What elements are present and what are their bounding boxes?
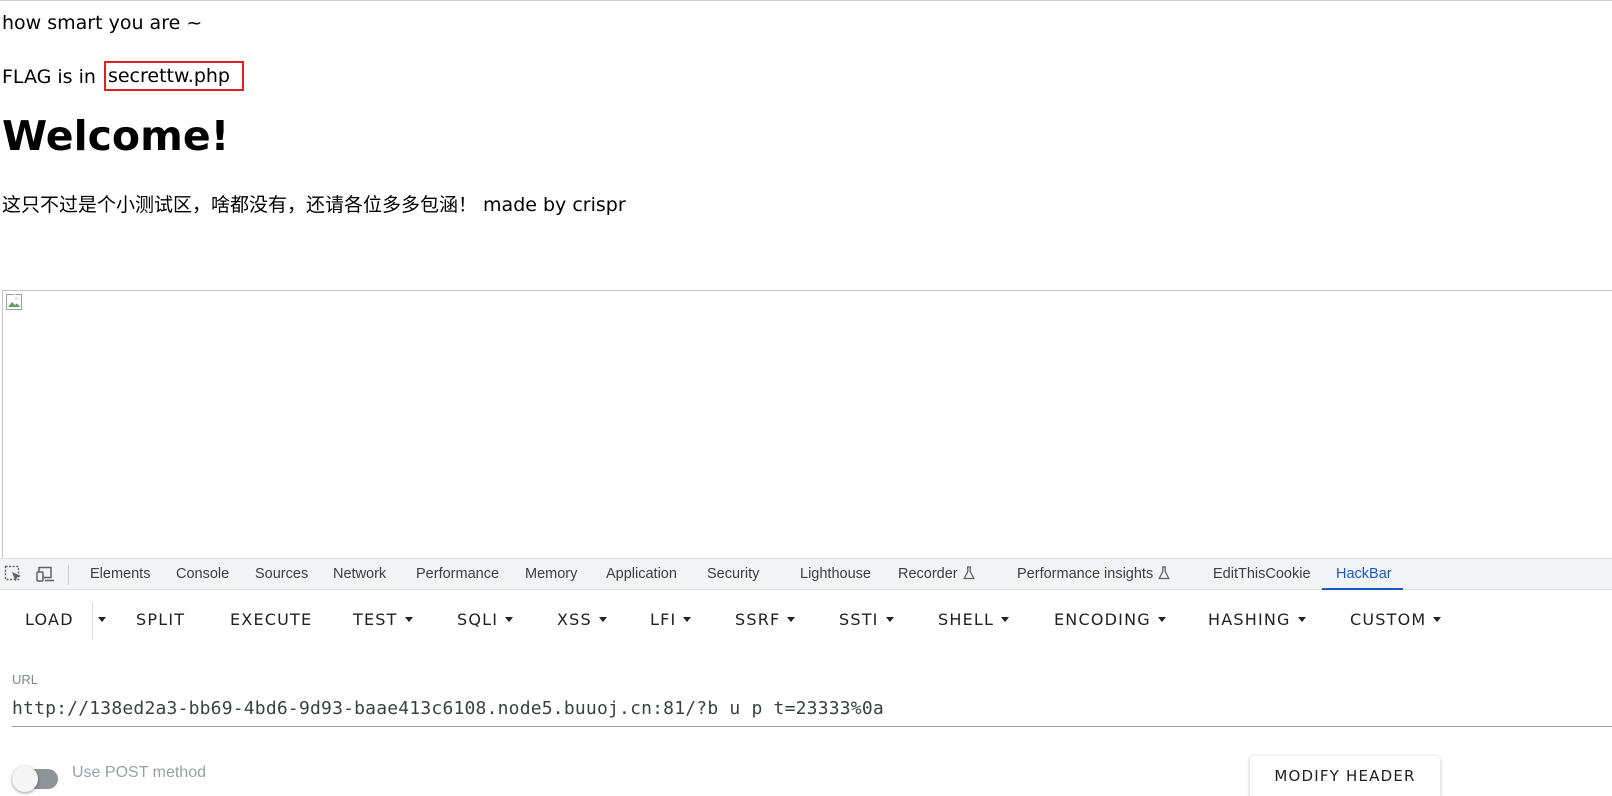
- image-frame: [2, 290, 1612, 560]
- sqli-button[interactable]: SQLI: [457, 610, 514, 630]
- toggle-knob: [12, 766, 38, 792]
- load-split-divider: [92, 602, 93, 640]
- url-input[interactable]: http://138ed2a3-bb69-4bd6-9d93-baae413c6…: [12, 698, 884, 719]
- description-text: 这只不过是个小测试区，啥都没有，还请各位多多包涵！ made by crispr: [2, 194, 626, 216]
- xss-button[interactable]: XSS: [557, 610, 607, 630]
- browser-page: how smart you are ~ FLAG is in secrettw.…: [0, 0, 1612, 796]
- experiment-flask-icon: [1158, 566, 1171, 580]
- lfi-label: LFI: [650, 610, 677, 629]
- inspect-element-icon[interactable]: [4, 565, 24, 583]
- tab-application[interactable]: Application: [606, 559, 677, 590]
- tab-sources[interactable]: Sources: [255, 559, 308, 590]
- test-button[interactable]: TEST: [353, 610, 413, 630]
- tab-performance-insights-label: Performance insights: [1017, 566, 1154, 582]
- smart-text: how smart you are ~: [2, 12, 203, 34]
- shell-label: SHELL: [938, 610, 995, 629]
- sqli-label: SQLI: [457, 610, 499, 629]
- post-method-label: Use POST method: [72, 764, 206, 781]
- test-label: TEST: [353, 610, 398, 629]
- hashing-button[interactable]: HASHING: [1208, 610, 1306, 630]
- tab-elements[interactable]: Elements: [90, 559, 150, 590]
- shell-button[interactable]: SHELL: [938, 610, 1010, 630]
- page-heading: Welcome!: [2, 112, 230, 160]
- hackbar-toolbar: LOAD SPLIT EXECUTE TEST SQLI XSS LFI SSR…: [0, 591, 1612, 649]
- chevron-down-icon: [404, 617, 413, 622]
- broken-image-icon: [6, 294, 22, 310]
- top-border: [0, 0, 1612, 1]
- hashing-label: HASHING: [1208, 610, 1291, 629]
- devtools-tabbar: Elements Console Sources Network Perform…: [0, 558, 1612, 590]
- chevron-down-icon: [1001, 617, 1010, 622]
- chevron-down-icon: [787, 617, 796, 622]
- ssti-label: SSTI: [839, 610, 879, 629]
- device-toolbar-icon[interactable]: [36, 565, 56, 583]
- toolbar-separator: [68, 565, 69, 585]
- chevron-down-icon: [683, 617, 692, 622]
- devtools-panel: Elements Console Sources Network Perform…: [0, 558, 1612, 796]
- tab-security[interactable]: Security: [707, 559, 759, 590]
- tab-recorder-label: Recorder: [898, 566, 958, 582]
- url-input-underline: [12, 726, 1612, 727]
- encoding-label: ENCODING: [1054, 610, 1151, 629]
- split-button[interactable]: SPLIT: [136, 610, 185, 630]
- flag-line: FLAG is in secrettw.php: [2, 61, 244, 92]
- execute-button[interactable]: EXECUTE: [230, 610, 312, 630]
- active-tab-indicator: [1322, 588, 1403, 590]
- ssrf-label: SSRF: [735, 610, 781, 629]
- tab-console[interactable]: Console: [176, 559, 229, 590]
- chevron-down-icon: [1297, 617, 1306, 622]
- flag-file-highlight: secrettw.php: [103, 61, 244, 91]
- tab-lighthouse[interactable]: Lighthouse: [800, 559, 871, 590]
- tab-recorder[interactable]: Recorder: [898, 559, 975, 590]
- chevron-down-icon: [505, 617, 514, 622]
- lfi-button[interactable]: LFI: [650, 610, 692, 630]
- chevron-down-icon: [885, 617, 894, 622]
- ssrf-button[interactable]: SSRF: [735, 610, 796, 630]
- chevron-down-icon: [1433, 617, 1442, 622]
- load-dropdown-button[interactable]: [98, 610, 106, 630]
- chevron-down-icon: [1157, 617, 1166, 622]
- tab-hackbar[interactable]: HackBar: [1336, 559, 1392, 590]
- experiment-flask-icon: [962, 566, 975, 580]
- custom-button[interactable]: CUSTOM: [1350, 610, 1442, 630]
- flag-prefix: FLAG is in: [2, 66, 102, 88]
- custom-label: CUSTOM: [1350, 610, 1427, 629]
- tab-performance[interactable]: Performance: [416, 559, 499, 590]
- modify-header-button[interactable]: MODIFY HEADER: [1250, 756, 1440, 796]
- encoding-button[interactable]: ENCODING: [1054, 610, 1166, 630]
- url-field-label: URL: [12, 672, 39, 687]
- post-method-toggle[interactable]: [12, 766, 58, 792]
- tab-performance-insights[interactable]: Performance insights: [1017, 559, 1171, 590]
- chevron-down-icon: [98, 617, 106, 622]
- tab-network[interactable]: Network: [333, 559, 386, 590]
- tab-memory[interactable]: Memory: [525, 559, 577, 590]
- tab-editthiscookie[interactable]: EditThisCookie: [1213, 559, 1311, 590]
- load-button[interactable]: LOAD: [25, 610, 74, 630]
- chevron-down-icon: [598, 617, 607, 622]
- xss-label: XSS: [557, 610, 592, 629]
- ssti-button[interactable]: SSTI: [839, 610, 894, 630]
